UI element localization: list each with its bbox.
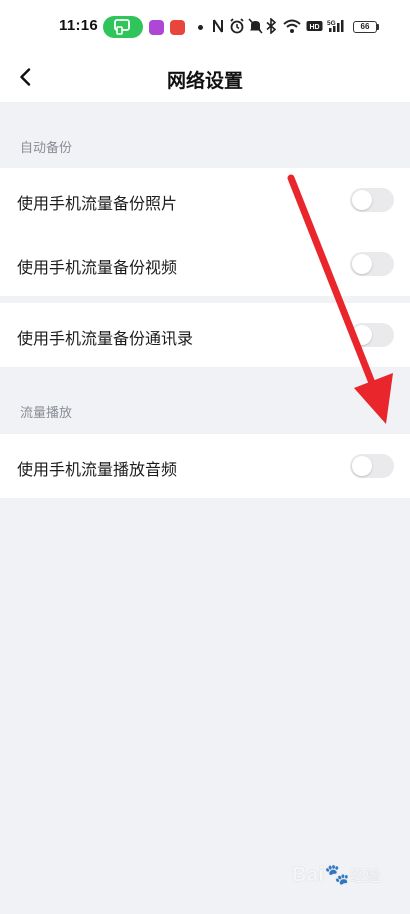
setting-row-play-audio[interactable]: 使用手机流量播放音频	[0, 434, 410, 498]
setting-group-backup-media: 使用手机流量备份照片 使用手机流量备份视频	[0, 168, 410, 296]
setting-group-backup-contacts: 使用手机流量备份通讯录	[0, 303, 410, 367]
toggle-knob	[352, 254, 372, 274]
setting-label: 使用手机流量备份照片	[17, 194, 178, 213]
watermark-brand: Bai	[292, 864, 325, 886]
play-audio-toggle[interactable]	[350, 454, 394, 478]
backup-contacts-toggle[interactable]	[350, 323, 394, 347]
setting-row-backup-photos[interactable]: 使用手机流量备份照片	[0, 168, 410, 232]
setting-label: 使用手机流量备份视频	[17, 258, 178, 277]
title-bar: 网络设置	[0, 54, 410, 102]
setting-row-backup-videos[interactable]: 使用手机流量备份视频	[0, 232, 410, 296]
toggle-knob	[352, 456, 372, 476]
toggle-knob	[352, 325, 372, 345]
setting-label: 使用手机流量播放音频	[17, 460, 178, 479]
screen-cast-icon[interactable]	[103, 16, 143, 38]
section-header-data-playback: 流量播放	[20, 406, 73, 421]
setting-row-backup-contacts[interactable]: 使用手机流量备份通讯录	[0, 303, 410, 367]
app-notification-icon	[149, 20, 164, 35]
wifi-icon	[283, 19, 301, 33]
watermark-suffix: 经验	[350, 868, 382, 885]
section-header-auto-backup: 自动备份	[20, 141, 73, 156]
hd-icon: HD	[306, 21, 323, 31]
svg-text:HD: HD	[309, 24, 319, 31]
status-bar: 11:16 HD 5G 66	[0, 0, 410, 54]
signal-5g-icon: 5G	[327, 20, 344, 32]
backup-photos-toggle[interactable]	[350, 188, 394, 212]
bluetooth-icon	[266, 18, 277, 34]
dot-icon	[198, 25, 203, 30]
backup-videos-toggle[interactable]	[350, 252, 394, 276]
alarm-icon	[230, 18, 244, 34]
battery-tip	[377, 24, 379, 30]
svg-text:5G: 5G	[327, 20, 336, 27]
page-title: 网络设置	[166, 70, 243, 92]
setting-group-playback: 使用手机流量播放音频	[0, 434, 410, 498]
setting-label: 使用手机流量备份通讯录	[17, 329, 194, 348]
toggle-knob	[352, 190, 372, 210]
app-notification-icon	[170, 20, 185, 35]
mute-icon	[248, 18, 263, 34]
watermark-logo: Bai🐾经验	[292, 864, 382, 886]
status-time: 11:16	[59, 17, 99, 34]
nfc-icon	[213, 19, 223, 33]
battery-icon: 66	[353, 21, 377, 33]
